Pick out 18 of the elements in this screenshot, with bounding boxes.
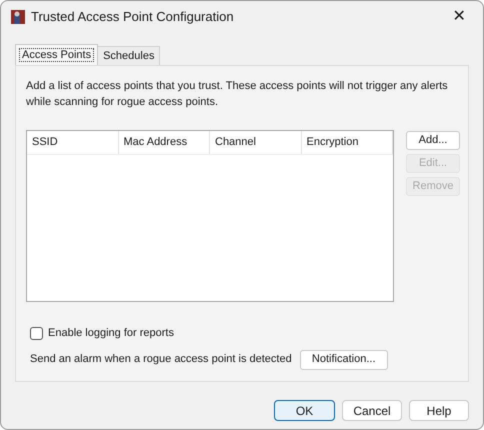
- logging-label: Enable logging for reports: [48, 326, 174, 341]
- dialog-button[interactable]: OK: [274, 400, 335, 421]
- column-header[interactable]: SSID: [27, 131, 118, 154]
- column-header[interactable]: Channel: [210, 131, 302, 154]
- tab[interactable]: Access Points: [15, 44, 98, 65]
- window-title: Trusted Access Point Configuration: [31, 8, 235, 26]
- tab[interactable]: Schedules: [98, 46, 160, 65]
- logging-checkbox[interactable]: [30, 326, 43, 340]
- dialog-button[interactable]: Cancel: [342, 400, 402, 421]
- dialog-button[interactable]: Help: [409, 400, 469, 421]
- close-button[interactable]: ✕: [445, 5, 473, 29]
- side-button[interactable]: Add...: [406, 131, 460, 150]
- column-header[interactable]: Encryption: [302, 131, 393, 154]
- description-text: Add a list of access points that you trust. These access points will not trigger any alerts while scanning for rogue access points.: [26, 79, 449, 110]
- notification-button[interactable]: Notification...: [300, 350, 388, 370]
- alarm-label: Send an alarm when a rogue access point is detected: [30, 352, 292, 368]
- app-icon: [11, 10, 25, 24]
- column-header[interactable]: Mac Address: [118, 131, 210, 154]
